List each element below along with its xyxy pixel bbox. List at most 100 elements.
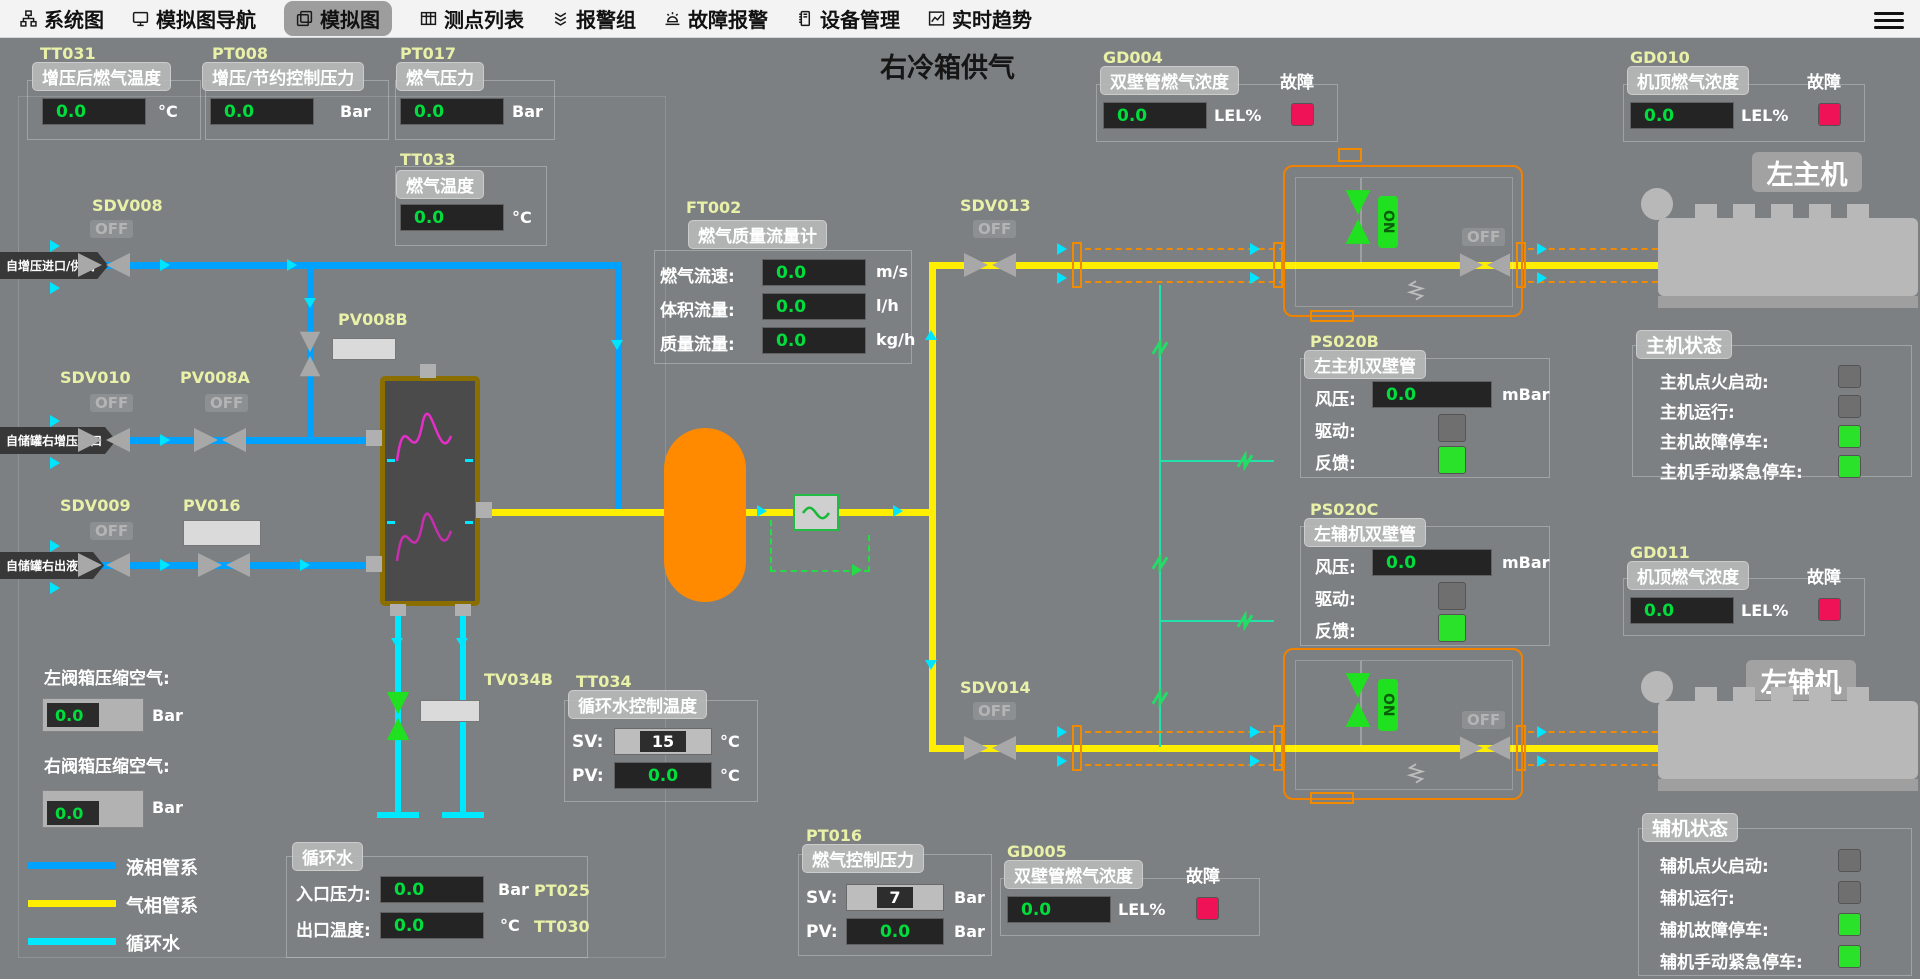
flow-arrow xyxy=(893,505,903,517)
vaporizer-nozzle xyxy=(390,604,406,616)
valve-sdv010[interactable] xyxy=(76,421,132,459)
status-indicator xyxy=(1838,425,1861,448)
sensor-value: 0.0 xyxy=(210,98,314,125)
relief-valve-icon xyxy=(1405,280,1427,302)
valve-gvu-main-on[interactable] xyxy=(1340,188,1376,246)
hamburger-menu-icon[interactable] xyxy=(1874,8,1904,30)
sensor-name: 机顶燃气浓度 xyxy=(1627,561,1749,590)
sensor-name: 双壁管燃气浓度 xyxy=(1100,66,1239,95)
double-wall-pipe xyxy=(1528,281,1658,283)
check-valve-icon xyxy=(1150,688,1170,708)
sensor-tag: TT031 xyxy=(40,44,96,63)
sensor-name: 燃气控制压力 xyxy=(802,844,924,873)
flow-arrow xyxy=(50,457,60,469)
valve-state: OFF xyxy=(1462,228,1505,246)
flow-arrow xyxy=(1537,726,1547,738)
gvu-drain-connector xyxy=(1310,792,1354,804)
row-label: 出口温度: xyxy=(296,916,371,941)
valve-state: OFF xyxy=(1462,711,1505,729)
valve-gvu-main-off[interactable] xyxy=(1458,247,1512,283)
flow-arrow xyxy=(1057,755,1067,767)
sensor-name: 机顶燃气浓度 xyxy=(1627,66,1749,95)
valve-state: OFF xyxy=(205,394,248,412)
flow-arrow xyxy=(925,660,937,670)
sensor-tag: GD010 xyxy=(1630,48,1690,67)
sensor-value: 0.0 xyxy=(380,912,484,939)
valve-tv034b[interactable] xyxy=(379,690,417,742)
status-label: 辅机点火启动: xyxy=(1660,852,1769,877)
valve-pv016[interactable] xyxy=(196,546,252,584)
sensor-value: 0.0 xyxy=(762,293,866,320)
row-label: PV: xyxy=(806,922,838,942)
sensor-name: 双壁管燃气浓度 xyxy=(1004,860,1143,889)
flow-arrow xyxy=(1057,726,1067,738)
sensor-tag: PS020B xyxy=(1310,332,1379,351)
alarm-light-icon xyxy=(664,10,681,27)
aux-engine-base xyxy=(1658,779,1918,791)
menu-item-mimic-nav[interactable]: 模拟图导航 xyxy=(132,4,256,33)
air-value: 0.0 xyxy=(47,801,99,825)
valve-pv008b[interactable] xyxy=(291,330,329,378)
valve-pv008a[interactable] xyxy=(192,421,248,459)
sensor-tag: PT016 xyxy=(806,826,862,845)
gvu-drain-connector xyxy=(1310,310,1354,322)
flow-arrow xyxy=(160,434,170,446)
valve-gvu-aux-on[interactable] xyxy=(1340,671,1376,729)
valve-state: OFF xyxy=(90,220,133,238)
valve-gvu-aux-off[interactable] xyxy=(1458,730,1512,766)
menu-item-label: 模拟图 xyxy=(320,4,380,33)
vaporizer-nozzle xyxy=(476,502,492,518)
valve-state: ON xyxy=(1378,679,1398,731)
drive-indicator xyxy=(1438,414,1466,442)
valve-state: OFF xyxy=(973,702,1016,720)
menu-item-alarm-group[interactable]: 报警组 xyxy=(552,4,636,33)
sensor-value: 0.0 xyxy=(400,204,504,231)
sv-input[interactable]: 7 xyxy=(846,884,944,911)
sensor-name: 循环水控制温度 xyxy=(568,690,707,719)
flow-arrow xyxy=(1057,272,1067,284)
menu-item-realtime-trend[interactable]: 实时趋势 xyxy=(928,4,1032,33)
status-indicator xyxy=(1838,455,1861,478)
flow-arrow xyxy=(304,298,316,308)
menu-item-device-mgmt[interactable]: 设备管理 xyxy=(796,4,900,33)
check-valve-icon xyxy=(1235,611,1255,631)
sv-input[interactable]: 15 xyxy=(614,728,712,755)
menu-item-point-list[interactable]: 测点列表 xyxy=(420,4,524,33)
layers-icon xyxy=(552,10,569,27)
status-indicator xyxy=(1838,365,1861,388)
fault-indicator xyxy=(1818,103,1841,126)
status-label: 辅机运行: xyxy=(1660,884,1735,909)
menu-item-system-diagram[interactable]: 系统图 xyxy=(20,4,104,33)
double-wall-pipe xyxy=(1528,731,1658,733)
fault-indicator xyxy=(1196,897,1219,920)
valve-sdv014[interactable] xyxy=(962,729,1018,767)
valve-sdv013[interactable] xyxy=(962,246,1018,284)
menu-bar: 系统图 模拟图导航 模拟图 测点列表 报警组 故障报警 设备管理 实时趋势 xyxy=(0,0,1920,38)
panel-title: 辅机状态 xyxy=(1642,813,1738,842)
vaporizer[interactable] xyxy=(380,376,480,606)
sensor-tag: TT034 xyxy=(576,672,632,691)
fault-label: 故障 xyxy=(1807,563,1841,588)
flow-arrow xyxy=(300,559,310,571)
sensor-unit: °C xyxy=(512,208,532,227)
flow-arrow xyxy=(1250,243,1260,255)
sensor-value: 0.0 xyxy=(1630,597,1734,624)
sensor-unit: °C xyxy=(720,732,740,751)
sensor-value: 0.0 xyxy=(400,98,504,125)
air-label: 左阀箱压缩空气: xyxy=(44,664,170,689)
vaporizer-nozzle xyxy=(366,430,382,446)
flow-arrow xyxy=(391,638,403,648)
valve-sdv008[interactable] xyxy=(76,246,132,284)
valve-tag: SDV008 xyxy=(92,196,163,215)
sensor-tag: PT025 xyxy=(534,881,590,900)
valve-sdv009[interactable] xyxy=(76,546,132,584)
pipe-connector xyxy=(1273,725,1283,771)
sensor-unit: LEL% xyxy=(1214,106,1261,125)
sensor-unit: LEL% xyxy=(1118,900,1165,919)
sensor-value: 0.0 xyxy=(1372,549,1492,576)
sv-value: 15 xyxy=(640,731,686,752)
check-valve-icon xyxy=(1235,451,1255,471)
buffer-vessel xyxy=(664,428,746,602)
menu-item-mimic[interactable]: 模拟图 xyxy=(284,1,392,36)
menu-item-fault-alarm[interactable]: 故障报警 xyxy=(664,4,768,33)
